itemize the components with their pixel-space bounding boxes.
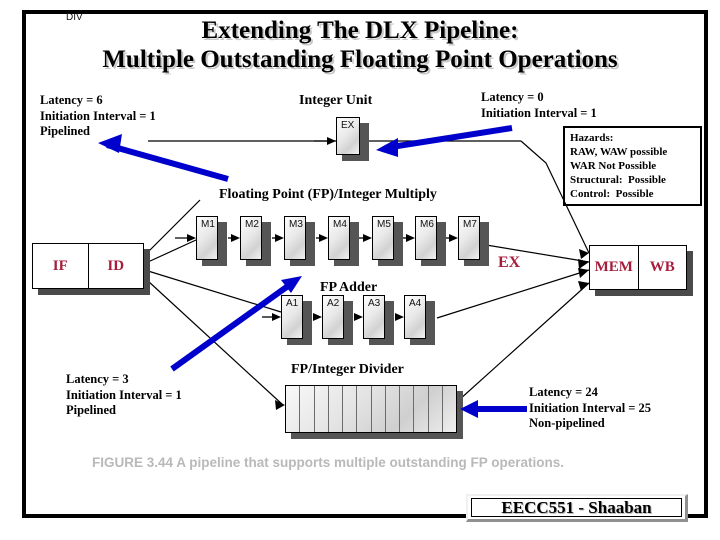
note-integer-latency: Latency = 0 Initiation Interval = 1 — [481, 90, 597, 120]
page-title: Extending The DLX Pipeline: Multiple Out… — [40, 16, 680, 74]
hazards-box: Hazards: RAW, WAW possible WAR Not Possi… — [563, 126, 702, 206]
stage-m4-label: M4 — [333, 219, 347, 230]
stage-m4[interactable]: M4 — [328, 216, 350, 260]
divider-segment — [443, 386, 456, 432]
note-multiply-latency: Latency = 6 Initiation Interval = 1 Pipe… — [40, 93, 156, 138]
stage-a4[interactable]: A4 — [404, 295, 426, 339]
stage-a2[interactable]: A2 — [322, 295, 344, 339]
label-fp-adder: FP Adder — [320, 280, 378, 295]
stage-m2-label: M2 — [245, 219, 259, 230]
register-mem: MEM — [594, 259, 633, 275]
divider-segment — [414, 386, 429, 432]
stage-m5[interactable]: M5 — [372, 216, 394, 260]
stage-a1[interactable]: A1 — [281, 295, 303, 339]
figure-caption: FIGURE 3.44 A pipeline that supports mul… — [92, 455, 565, 470]
divider-segment — [343, 386, 358, 432]
title-line-1: Extending The DLX Pipeline: — [201, 17, 519, 44]
divider-segment — [386, 386, 400, 432]
label-ex-group: EX — [498, 254, 521, 271]
stage-m5-label: M5 — [377, 219, 391, 230]
stage-a3[interactable]: A3 — [363, 295, 385, 339]
register-if: IF — [52, 257, 68, 274]
divider-segment — [315, 386, 329, 432]
title-line-2: Multiple Outstanding Floating Point Oper… — [102, 46, 618, 73]
stage-m3[interactable]: M3 — [284, 216, 306, 260]
note-adder-latency: Latency = 3 Initiation Interval = 1 Pipe… — [66, 372, 182, 417]
register-mem-wb[interactable]: MEM WB — [589, 245, 687, 290]
register-id: ID — [87, 244, 144, 288]
stage-a1-label: A1 — [286, 298, 299, 309]
divider-segment — [286, 386, 301, 432]
label-fp-multiply: Floating Point (FP)/Integer Multiply — [219, 187, 437, 202]
footer-badge: EECC551 - Shaaban — [466, 494, 688, 522]
register-wb: WB — [637, 246, 687, 289]
label-fp-divider: FP/Integer Divider — [291, 362, 404, 377]
stage-m6[interactable]: M6 — [415, 216, 437, 260]
divider-segment — [400, 386, 415, 432]
stage-m7-label: M7 — [463, 219, 477, 230]
stage-a4-label: A4 — [409, 298, 422, 309]
label-integer-unit: Integer Unit — [299, 93, 373, 108]
stage-m7[interactable]: M7 — [458, 216, 480, 260]
stage-a2-label: A2 — [327, 298, 340, 309]
stage-divider[interactable] — [285, 385, 457, 433]
slide-canvas: Extending The DLX Pipeline: Multiple Out… — [0, 0, 720, 540]
note-divider-latency: Latency = 24 Initiation Interval = 25 No… — [529, 385, 652, 430]
footer-badge-label: EECC551 - Shaaban — [471, 498, 682, 517]
divider-segment — [429, 386, 443, 432]
stage-m1-label: M1 — [201, 219, 215, 230]
stage-m1[interactable]: M1 — [196, 216, 218, 260]
stage-a3-label: A3 — [368, 298, 381, 309]
stage-divider-label: DIV — [66, 12, 83, 23]
divider-segment — [329, 386, 343, 432]
stage-m6-label: M6 — [420, 219, 434, 230]
divider-segment — [300, 386, 315, 432]
stage-m2[interactable]: M2 — [240, 216, 262, 260]
divider-segment — [357, 386, 372, 432]
divider-segment — [372, 386, 386, 432]
stage-integer-ex[interactable]: EX — [336, 117, 360, 155]
register-if-id[interactable]: IF ID — [32, 243, 144, 289]
stage-integer-ex-label: EX — [341, 120, 355, 131]
stage-m3-label: M3 — [289, 219, 303, 230]
